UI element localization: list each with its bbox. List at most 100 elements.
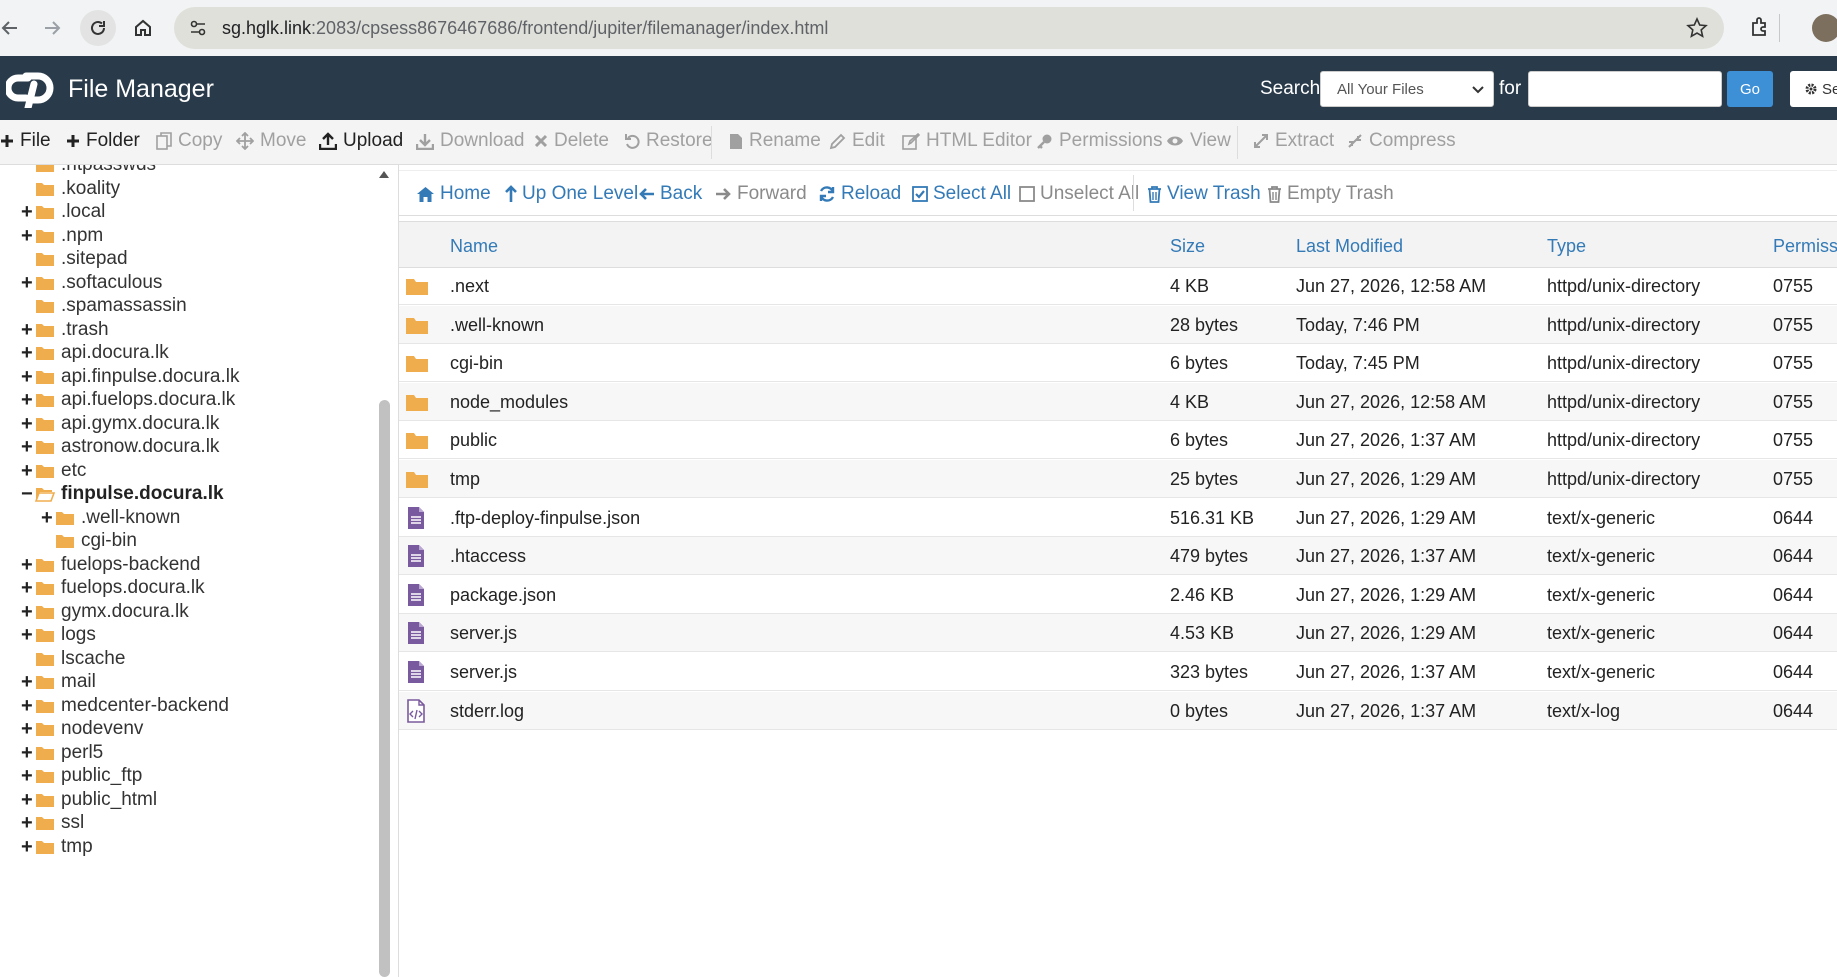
tree-item[interactable]: nodevenv	[35, 717, 143, 741]
file-name[interactable]: cgi-bin	[450, 353, 503, 374]
tree-item[interactable]: ssl	[35, 811, 84, 835]
file-name[interactable]: node_modules	[450, 392, 568, 413]
home-button[interactable]: Home	[416, 183, 491, 205]
unselect-all-button[interactable]: Unselect All	[1019, 183, 1139, 205]
tree-item[interactable]: .htpasswds	[35, 165, 156, 177]
table-row[interactable]: package.json 2.46 KB Jun 27, 2026, 1:29 AM…	[399, 576, 1837, 614]
site-info-icon[interactable]	[188, 18, 208, 38]
tree-item[interactable]: gymx.docura.lk	[35, 600, 189, 624]
expand-plus-icon[interactable]: +	[21, 320, 33, 340]
expand-plus-icon[interactable]: +	[21, 555, 33, 575]
tree-item[interactable]: mail	[35, 670, 96, 694]
tree-item[interactable]: logs	[35, 623, 96, 647]
tree-item[interactable]: api.fuelops.docura.lk	[35, 388, 235, 412]
compress-button[interactable]: Compress	[1347, 130, 1456, 152]
tree-item[interactable]: .well-known	[55, 506, 180, 530]
table-row[interactable]: node_modules 4 KB Jun 27, 2026, 12:58 AM ht…	[399, 382, 1837, 421]
edit-button[interactable]: Edit	[829, 130, 885, 152]
table-row[interactable]: server.js 323 bytes Jun 27, 2026, 1:37 AM t…	[399, 653, 1837, 691]
browser-back-button[interactable]	[0, 10, 28, 46]
tree-item[interactable]: .softaculous	[35, 271, 162, 295]
up-one-level-button[interactable]: Up One Level	[505, 183, 638, 205]
table-row[interactable]: .next 4 KB Jun 27, 2026, 12:58 AM httpd/uni…	[399, 267, 1837, 305]
expand-plus-icon[interactable]: +	[21, 719, 33, 739]
browser-home-button[interactable]	[125, 10, 161, 46]
expand-plus-icon[interactable]: +	[21, 696, 33, 716]
table-row[interactable]: tmp 25 bytes Jun 27, 2026, 1:29 AM httpd/un…	[399, 460, 1837, 498]
file-name[interactable]: server.js	[450, 623, 517, 644]
expand-plus-icon[interactable]: +	[21, 226, 33, 246]
column-header-type[interactable]: Type	[1547, 236, 1586, 257]
tree-item[interactable]: .sitepad	[35, 247, 128, 271]
expand-plus-icon[interactable]: +	[21, 343, 33, 363]
rename-button[interactable]: Rename	[729, 130, 821, 152]
tree-item[interactable]: perl5	[35, 741, 103, 765]
expand-plus-icon[interactable]: +	[21, 273, 33, 293]
tree-item[interactable]: medcenter-backend	[35, 694, 229, 718]
file-name[interactable]: server.js	[450, 662, 517, 683]
move-button[interactable]: Move	[236, 130, 306, 152]
search-scope-select[interactable]: All Your Files	[1320, 71, 1494, 107]
back-button[interactable]: Back	[638, 183, 702, 205]
file-name[interactable]: .ftp-deploy-finpulse.json	[450, 508, 640, 529]
tree-item[interactable]: tmp	[35, 835, 93, 859]
tree-item[interactable]: astronow.docura.lk	[35, 435, 219, 459]
go-button[interactable]: Go	[1727, 71, 1773, 107]
forward-button[interactable]: Forward	[715, 183, 807, 205]
table-row[interactable]: stderr.log 0 bytes Jun 27, 2026, 1:37 AM te…	[399, 691, 1837, 730]
new-folder-button[interactable]: Folder	[66, 130, 140, 152]
tree-item[interactable]: api.docura.lk	[35, 341, 169, 365]
expand-plus-icon[interactable]: +	[21, 625, 33, 645]
expand-plus-icon[interactable]: +	[21, 461, 33, 481]
table-row[interactable]: .well-known 28 bytes Today, 7:46 PM httpd/u…	[399, 305, 1837, 344]
expand-plus-icon[interactable]: +	[21, 837, 33, 857]
tree-item[interactable]: finpulse.docura.lk	[35, 482, 224, 506]
tree-item[interactable]: .spamassassin	[35, 294, 187, 318]
select-all-button[interactable]: Select All	[912, 183, 1011, 205]
table-row[interactable]: server.js 4.53 KB Jun 27, 2026, 1:29 AM tex…	[399, 614, 1837, 653]
file-name[interactable]: stderr.log	[450, 701, 524, 722]
browser-forward-button[interactable]	[34, 10, 70, 46]
file-name[interactable]: .well-known	[450, 315, 544, 336]
scrollbar-thumb[interactable]	[379, 400, 390, 977]
file-name[interactable]: .htaccess	[450, 546, 526, 567]
tree-item[interactable]: lscache	[35, 647, 125, 671]
expand-plus-icon[interactable]: +	[21, 578, 33, 598]
table-row[interactable]: .htaccess 479 bytes Jun 27, 2026, 1:37 AM t…	[399, 537, 1837, 576]
table-row[interactable]: cgi-bin 6 bytes Today, 7:45 PM httpd/unix-d…	[399, 344, 1837, 383]
file-name[interactable]: tmp	[450, 469, 480, 490]
html-editor-button[interactable]: HTML Editor	[902, 130, 1032, 152]
collapse-minus-icon[interactable]: −	[21, 484, 33, 504]
tree-item[interactable]: .npm	[35, 224, 103, 248]
settings-button[interactable]: Se	[1790, 71, 1837, 107]
restore-button[interactable]: Restore	[624, 130, 713, 152]
empty-trash-button[interactable]: Empty Trash	[1267, 183, 1394, 205]
column-header-name[interactable]: Name	[450, 236, 498, 257]
tree-item[interactable]: fuelops-backend	[35, 553, 200, 577]
view-button[interactable]: View	[1166, 130, 1231, 152]
tree-item[interactable]: etc	[35, 459, 86, 483]
new-file-button[interactable]: File	[0, 130, 51, 152]
delete-button[interactable]: Delete	[534, 130, 609, 152]
tree-item[interactable]: public_ftp	[35, 764, 142, 788]
expand-plus-icon[interactable]: +	[21, 672, 33, 692]
table-row[interactable]: .ftp-deploy-finpulse.json 516.31 KB Jun 27…	[399, 499, 1837, 537]
expand-plus-icon[interactable]: +	[21, 813, 33, 833]
bookmark-star-icon[interactable]	[1686, 17, 1708, 39]
file-name[interactable]: package.json	[450, 585, 556, 606]
file-name[interactable]: .next	[450, 276, 489, 297]
permissions-button[interactable]: Permissions	[1036, 130, 1162, 152]
upload-button[interactable]: Upload	[319, 130, 403, 152]
download-button[interactable]: Download	[416, 130, 525, 152]
expand-plus-icon[interactable]: +	[21, 202, 33, 222]
search-input[interactable]	[1528, 71, 1722, 107]
expand-plus-icon[interactable]: +	[21, 367, 33, 387]
column-header-permissions[interactable]: Permissi	[1773, 236, 1837, 257]
table-row[interactable]: public 6 bytes Jun 27, 2026, 1:37 AM httpd/…	[399, 421, 1837, 460]
tree-item[interactable]: public_html	[35, 788, 157, 812]
expand-plus-icon[interactable]: +	[21, 602, 33, 622]
browser-reload-button[interactable]	[80, 10, 116, 46]
profile-avatar[interactable]	[1812, 14, 1837, 42]
copy-button[interactable]: Copy	[156, 130, 222, 152]
tree-item[interactable]: .local	[35, 200, 105, 224]
